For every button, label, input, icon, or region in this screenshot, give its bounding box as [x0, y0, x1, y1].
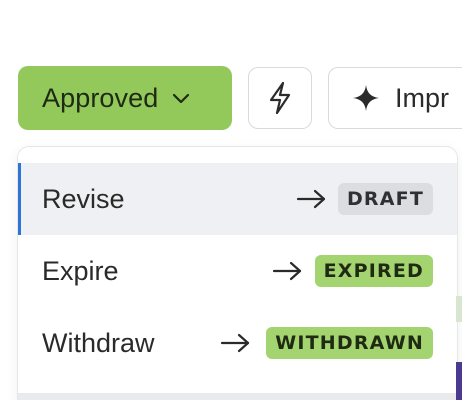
menu-item-expire[interactable]: Expire EXPIRED: [18, 235, 457, 307]
menu-divider: [18, 393, 457, 400]
status-transition-menu: Revise DRAFT Expire EXPIRED Withdraw WIT…: [17, 146, 458, 400]
improve-button[interactable]: Impr: [328, 67, 462, 129]
workflow-screen: Approved Impr Revise DRAFT Expire EXPIRE…: [0, 0, 462, 400]
chevron-down-icon: [170, 87, 192, 109]
arrow-right-icon: [220, 331, 252, 355]
sparkle-icon: [351, 83, 381, 113]
arrow-right-icon: [296, 187, 328, 211]
status-badge-draft: DRAFT: [337, 183, 433, 215]
lightning-bolt-icon: [267, 81, 293, 115]
arrow-right-icon: [272, 259, 304, 283]
background-edge: [456, 362, 462, 400]
quick-action-button[interactable]: [248, 67, 312, 129]
menu-item-label: Withdraw: [42, 327, 155, 358]
status-badge-expired: EXPIRED: [314, 255, 433, 287]
improve-label: Impr: [395, 82, 449, 113]
status-badge-withdrawn: WITHDRAWN: [266, 327, 433, 359]
status-label: Approved: [42, 82, 159, 113]
menu-item-label: Revise: [42, 183, 125, 214]
menu-item-revise[interactable]: Revise DRAFT: [18, 163, 457, 235]
status-dropdown-button[interactable]: Approved: [18, 66, 232, 130]
menu-item-withdraw[interactable]: Withdraw WITHDRAWN: [18, 307, 457, 379]
background-edge: [456, 296, 462, 322]
menu-item-label: Expire: [42, 255, 119, 286]
